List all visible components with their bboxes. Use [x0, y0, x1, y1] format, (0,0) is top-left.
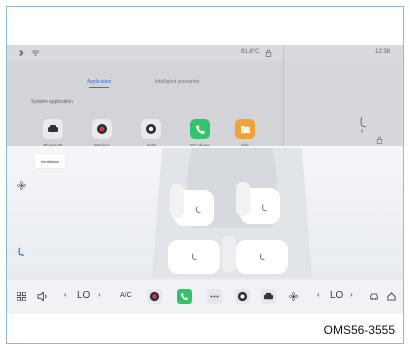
- bluetooth-icon: [17, 49, 25, 59]
- right-temp-decrease[interactable]: ‹: [317, 290, 320, 299]
- side-panel: [284, 61, 403, 146]
- car-icon: [43, 119, 63, 139]
- ac-button[interactable]: A/C: [120, 292, 132, 299]
- image-id-watermark: OMS56-3555: [323, 323, 395, 337]
- active-tab-indicator: [89, 87, 109, 88]
- left-temp-decrease[interactable]: ‹: [64, 290, 67, 299]
- seat-ventilation-front-left[interactable]: [191, 203, 205, 217]
- ventilation-panel: Ventilation: [7, 146, 403, 280]
- right-temp-increase[interactable]: ›: [350, 290, 353, 299]
- phone-icon: [180, 292, 189, 301]
- dock-bluetooth[interactable]: [261, 289, 276, 304]
- app-bluetooth[interactable]: Bluetooth: [36, 119, 70, 148]
- car-icon: [264, 292, 273, 300]
- app-file[interactable]: File: [228, 119, 262, 148]
- seat-ventilation-rear-right[interactable]: [255, 250, 269, 264]
- home-icon[interactable]: [387, 292, 396, 301]
- temperature-readout: 81.8°C: [241, 49, 260, 55]
- bottom-dock: ‹ LO › A/C ‹ LO ›: [7, 280, 403, 314]
- screen-frame: 81.8°C 12:38 Application Intelligent sce…: [6, 6, 404, 344]
- fan-icon[interactable]: [289, 292, 298, 301]
- phone-icon: [190, 119, 210, 139]
- app-medium[interactable]: Medium: [85, 119, 119, 148]
- folder-icon: [235, 119, 255, 139]
- record-icon: [92, 119, 112, 139]
- dock-bt-phone[interactable]: [177, 289, 192, 304]
- dock-medium[interactable]: [147, 289, 162, 304]
- seat-ventilation-rear-left[interactable]: [187, 250, 201, 264]
- dock-more[interactable]: [207, 289, 222, 304]
- car-seats-illustration: [152, 148, 312, 278]
- record-icon: [149, 291, 160, 302]
- volume-icon[interactable]: [37, 292, 48, 301]
- lock-icon: [265, 49, 272, 59]
- left-temp-value: LO: [77, 290, 91, 301]
- app-bt-phone[interactable]: BT phone: [183, 119, 217, 148]
- section-title: System application: [31, 99, 73, 105]
- seat-adjust-icon: [358, 116, 368, 139]
- app-launcher: Application Intelligent scenarios System…: [7, 61, 283, 148]
- right-temp-value: LO: [330, 290, 344, 301]
- left-temp-increase[interactable]: ›: [98, 290, 101, 299]
- status-bar: 81.8°C 12:38: [7, 45, 403, 61]
- car-icon[interactable]: [369, 292, 379, 301]
- seat-ventilation-front-right[interactable]: [257, 201, 271, 215]
- ventilation-title[interactable]: Ventilation: [35, 154, 65, 168]
- camera-icon: [237, 291, 248, 302]
- seat-icon[interactable]: [17, 244, 26, 262]
- fan-icon[interactable]: [17, 177, 26, 195]
- tab-intelligent-scenarios[interactable]: Intelligent scenarios: [155, 79, 199, 85]
- more-icon: [210, 295, 219, 298]
- camera-icon: [141, 119, 161, 139]
- clock: 12:38: [375, 49, 391, 55]
- apps-grid-icon[interactable]: [17, 292, 26, 301]
- dock-avm[interactable]: [235, 289, 250, 304]
- tab-application[interactable]: Application: [87, 79, 111, 85]
- app-avm[interactable]: AVM: [134, 119, 168, 148]
- wifi-icon: [31, 49, 40, 59]
